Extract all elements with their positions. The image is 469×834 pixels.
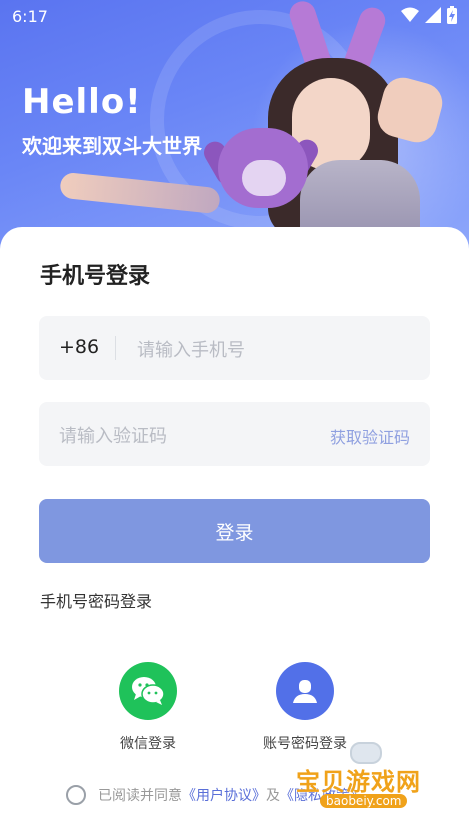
status-icons [401, 6, 457, 24]
account-login[interactable]: 账号密码登录 [235, 662, 375, 753]
user-icon [293, 680, 317, 703]
status-bar: 6:17 [0, 0, 469, 32]
watermark-name: 宝贝游戏网 [296, 768, 421, 796]
signal-icon [425, 7, 441, 23]
code-field[interactable]: 请输入验证码 获取验证码 [39, 402, 430, 466]
country-code[interactable]: +86 [59, 336, 99, 358]
watermark: 宝贝游戏网 baobeiy.com [296, 742, 466, 826]
password-login-link[interactable]: 手机号密码登录 [40, 588, 152, 612]
battery-icon [447, 6, 457, 24]
phone-input[interactable]: 请输入手机号 [137, 336, 245, 362]
hero-title: Hello! [22, 82, 142, 122]
wechat-login-label: 微信登录 [120, 736, 176, 752]
agreement-checkbox[interactable] [66, 785, 86, 805]
get-code-button[interactable]: 获取验证码 [330, 424, 410, 448]
watermark-url: baobeiy.com [320, 794, 408, 808]
agreement-prefix: 已阅读并同意 [98, 788, 182, 804]
gamepad-icon [350, 742, 382, 764]
login-title: 手机号登录 [40, 264, 151, 289]
user-agreement-link[interactable]: 《用户协议》 [182, 788, 266, 804]
account-login-button[interactable] [276, 662, 334, 720]
wifi-icon [401, 7, 419, 22]
field-divider [115, 336, 116, 360]
pet-face [242, 160, 286, 196]
wechat-login-button[interactable] [119, 662, 177, 720]
agreement-and: 及 [266, 788, 280, 804]
wechat-icon [132, 677, 165, 705]
phone-field[interactable]: +86 请输入手机号 [39, 316, 430, 380]
hero-banner: Hello! 欢迎来到双斗大世界 [0, 0, 469, 260]
wechat-login[interactable]: 微信登录 [78, 662, 218, 753]
status-time: 6:17 [12, 7, 48, 26]
hero-subtitle: 欢迎来到双斗大世界 [22, 134, 202, 158]
login-button[interactable]: 登录 [39, 499, 430, 563]
code-input[interactable]: 请输入验证码 [59, 422, 167, 448]
